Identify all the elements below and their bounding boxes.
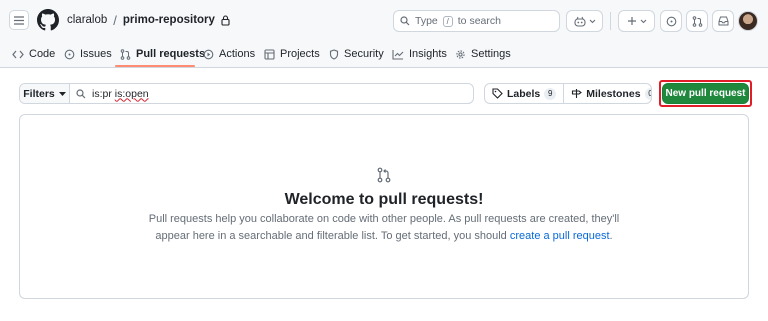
tab-code-label: Code — [29, 48, 56, 60]
repo-owner-link[interactable]: claralob — [67, 14, 107, 26]
filter-search-input[interactable]: is:pr is:open — [70, 84, 473, 103]
filter-query-pr: is:pr — [92, 87, 112, 100]
search-input[interactable]: Type / to search — [393, 10, 560, 32]
search-icon — [76, 88, 86, 98]
gear-icon — [456, 49, 465, 59]
menu-button[interactable] — [9, 10, 29, 30]
tab-security-label: Security — [344, 48, 384, 60]
chevron-down-icon — [589, 19, 595, 23]
tab-issues-label: Issues — [80, 48, 112, 60]
breadcrumb: claralob / primo-repository — [67, 12, 230, 28]
issue-opened-icon — [64, 49, 75, 59]
labels-milestones-group: Labels 9 Milestones 0 — [484, 83, 652, 104]
labels-button[interactable]: Labels 9 — [485, 84, 563, 103]
pull-requests-global-button[interactable] — [686, 10, 708, 32]
tab-code[interactable]: Code — [12, 45, 55, 63]
search-placeholder-suffix: to search — [457, 15, 501, 27]
tab-projects-label: Projects — [280, 48, 320, 60]
plus-icon — [627, 17, 636, 25]
tab-pull-requests-label: Pull requests — [136, 48, 206, 60]
filter-bar: Filters is:pr is:open — [19, 83, 474, 104]
tab-pull-requests[interactable]: Pull requests — [120, 45, 205, 63]
active-tab-indicator — [115, 65, 195, 67]
search-icon — [400, 16, 410, 26]
shield-icon — [329, 48, 339, 60]
git-pull-request-icon — [692, 15, 702, 27]
inbox-button[interactable] — [712, 10, 734, 32]
breadcrumb-separator: / — [113, 12, 117, 28]
tab-actions[interactable]: Actions — [203, 45, 255, 63]
milestones-count-badge: 0 — [644, 87, 651, 100]
blankslate-text-end: . — [609, 230, 613, 242]
github-logo-icon[interactable] — [37, 9, 59, 31]
tab-projects[interactable]: Projects — [264, 45, 320, 63]
git-pull-request-icon — [120, 48, 131, 60]
blankslate-description: Pull requests help you collaborate on co… — [140, 211, 628, 245]
avatar[interactable] — [738, 11, 758, 31]
filters-button-label: Filters — [23, 87, 55, 100]
copilot-button[interactable] — [566, 10, 603, 32]
create-new-button[interactable] — [618, 10, 655, 32]
milestones-button[interactable]: Milestones 0 — [563, 84, 651, 103]
tab-insights[interactable]: Insights — [392, 45, 447, 63]
create-pull-request-link[interactable]: create a pull request — [510, 230, 610, 242]
issues-global-button[interactable] — [660, 10, 682, 32]
git-pull-request-icon — [377, 167, 391, 183]
global-topbar: claralob / primo-repository Type / to se… — [0, 0, 768, 40]
play-icon — [203, 49, 214, 59]
filter-query-open: is:open — [114, 87, 149, 100]
filters-dropdown-button[interactable]: Filters — [20, 84, 70, 103]
tab-insights-label: Insights — [409, 48, 447, 60]
tag-icon — [492, 88, 503, 99]
new-pull-request-button[interactable]: New pull request — [662, 83, 749, 104]
tab-settings-label: Settings — [471, 48, 511, 60]
caret-down-icon — [58, 91, 66, 96]
issue-opened-icon — [666, 16, 676, 26]
code-icon — [12, 50, 24, 58]
labels-button-label: Labels — [507, 87, 541, 100]
chevron-down-icon — [640, 19, 646, 23]
repo-tabs: Code Issues Pull requests Actions Projec… — [0, 40, 768, 68]
blankslate: Welcome to pull requests! Pull requests … — [19, 114, 749, 299]
search-shortcut-key: / — [442, 15, 453, 27]
blankslate-title: Welcome to pull requests! — [284, 191, 484, 208]
tab-actions-label: Actions — [219, 48, 256, 60]
search-placeholder-prefix: Type — [415, 15, 438, 27]
milestones-button-label: Milestones — [586, 87, 641, 100]
repo-name-link[interactable]: primo-repository — [123, 14, 215, 26]
tab-settings[interactable]: Settings — [455, 45, 511, 63]
table-icon — [264, 48, 275, 60]
milestone-icon — [572, 89, 583, 98]
labels-count-badge: 9 — [544, 87, 557, 100]
tab-security[interactable]: Security — [329, 45, 384, 63]
repo-header: claralob / primo-repository Type / to se… — [0, 0, 768, 68]
inbox-icon — [718, 16, 728, 26]
toolbar-divider — [610, 12, 611, 30]
graph-icon — [392, 49, 404, 60]
tab-issues[interactable]: Issues — [64, 45, 112, 63]
hamburger-icon — [14, 15, 24, 25]
lock-icon — [221, 14, 230, 26]
copilot-icon — [573, 16, 586, 27]
